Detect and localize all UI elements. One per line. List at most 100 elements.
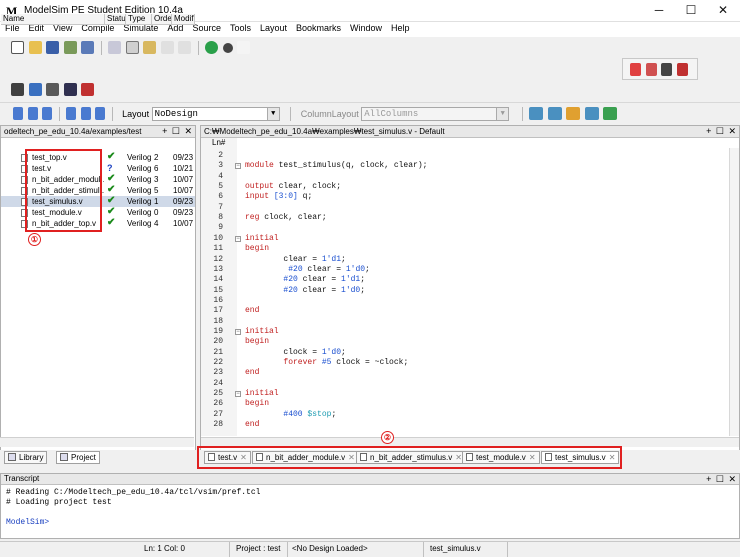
menu-tools[interactable]: Tools (225, 22, 255, 33)
column-header-status[interactable]: Status (105, 14, 126, 25)
window-icon[interactable] (11, 83, 24, 96)
file-type: Verilog (127, 164, 152, 173)
layout-select-value: NoDesign (154, 108, 198, 119)
code-line: output clear, clock; (245, 182, 342, 192)
wave-group-icon[interactable] (566, 107, 581, 120)
wave-insert-icon[interactable] (547, 107, 562, 120)
code-line: module test_stimulus(q, clock, clear); (245, 161, 428, 171)
code-line: clock = 1'd0; (245, 347, 346, 357)
layout-select[interactable]: NoDesign ▼ (151, 106, 280, 121)
copy-icon[interactable] (125, 41, 139, 54)
file-modified: 10/07 (173, 186, 194, 195)
column-header-modified[interactable]: Modifi (172, 14, 195, 25)
step-back-icon[interactable] (66, 107, 77, 120)
code-line: reg clock, clear; (245, 213, 327, 223)
wave-zoom-icon[interactable] (603, 107, 618, 120)
line-number: 25 (213, 389, 223, 399)
print-icon[interactable] (81, 41, 95, 54)
maximize-button[interactable]: ☐ (676, 3, 706, 19)
panel-header-buttons[interactable]: + ☐ ✕ (706, 474, 737, 485)
new-file-icon[interactable] (11, 41, 24, 54)
transcript-line: # Loading project test (6, 498, 112, 507)
file-modified: 09/23 (173, 197, 194, 206)
line-number: 22 (213, 358, 223, 367)
find-icon[interactable] (222, 42, 233, 53)
fold-toggle-icon[interactable]: − (235, 391, 241, 398)
standard-toolbar (0, 38, 740, 56)
code-line: begin (245, 337, 270, 347)
column-layout-select-value: AllColumns (364, 108, 419, 119)
menu-layout[interactable]: Layout (255, 22, 291, 33)
fold-toggle-icon[interactable]: − (235, 163, 241, 170)
compiled-check-icon: ✔ (107, 151, 116, 162)
project-icon (60, 453, 68, 461)
column-header-type[interactable]: Type (126, 14, 152, 25)
transcript-prompt[interactable]: ModelSim> (6, 518, 49, 527)
step-over-icon[interactable] (27, 107, 38, 120)
save-icon[interactable] (46, 41, 60, 54)
current-file-status: test_simulus.v (426, 542, 508, 557)
code-line: forever #5 clock = ~clock; (283, 358, 409, 367)
undo-icon[interactable] (160, 41, 174, 54)
file-modified: 10/07 (173, 175, 194, 184)
step-back-out-icon[interactable] (95, 107, 106, 120)
panel-header-buttons[interactable]: + ☐ ✕ (706, 126, 737, 137)
project-horizontal-scrollbar[interactable] (0, 437, 194, 447)
line-number: 26 (213, 399, 223, 409)
line-number: 24 (213, 378, 223, 388)
merge-icon[interactable] (645, 63, 657, 76)
search-icon[interactable] (237, 41, 251, 54)
redo-icon[interactable] (178, 41, 192, 54)
line-number: 3 (218, 161, 223, 171)
help-icon[interactable] (28, 83, 42, 96)
transcript-line: # Reading C:/Modeltech_pe_edu_10.4a/tcl/… (6, 488, 261, 497)
compiled-check-icon: ✔ (107, 184, 116, 195)
chevron-down-icon: ▼ (266, 107, 279, 120)
file-type: Verilog (127, 219, 152, 228)
line-number: 20 (213, 337, 223, 347)
line-number: 2 (218, 151, 223, 160)
line-number: 14 (213, 275, 223, 285)
column-header-name[interactable]: Name (1, 14, 105, 25)
tab-library[interactable]: Library (4, 451, 48, 464)
code-line: initial (245, 389, 279, 399)
status-bar: Ln: 1 Col: 0 Project : test <No Design L… (0, 541, 740, 557)
minimize-button[interactable]: ─ (644, 3, 674, 19)
menu-window[interactable]: Window (345, 22, 386, 33)
column-header-order[interactable]: Order (152, 14, 172, 25)
close-doc-icon[interactable] (676, 63, 688, 76)
document-icon[interactable] (661, 63, 673, 76)
step-out-icon[interactable] (42, 107, 53, 120)
column-layout-select[interactable]: AllColumns ▼ (361, 106, 510, 121)
open-folder-icon[interactable] (28, 41, 42, 54)
tab-project[interactable]: Project (56, 451, 100, 464)
cut-icon[interactable] (108, 41, 122, 54)
menu-bookmarks[interactable]: Bookmarks (291, 22, 345, 33)
file-type: Verilog (127, 186, 152, 195)
file-order: 3 (154, 175, 159, 184)
file-type: Verilog (127, 208, 152, 217)
annotation-highlight-box (197, 446, 622, 469)
line-number: 23 (213, 368, 223, 378)
break-icon[interactable] (81, 83, 95, 96)
wave-delete-icon[interactable] (584, 107, 599, 120)
reload-icon[interactable] (63, 41, 77, 54)
list-icon[interactable] (46, 83, 60, 96)
paste-icon[interactable] (143, 41, 157, 54)
find-in-files-icon[interactable] (63, 83, 77, 96)
not-compiled-icon: ? (107, 163, 113, 173)
panel-header-buttons[interactable]: + ☐ ✕ (162, 126, 193, 137)
step-back-over-icon[interactable] (80, 107, 91, 120)
step-icon[interactable] (13, 107, 23, 120)
wave-add-icon[interactable] (529, 107, 544, 120)
run-icon[interactable] (205, 41, 219, 54)
code-line: #400 $stop; (283, 409, 337, 419)
close-button[interactable]: ✕ (708, 3, 738, 19)
editor-vertical-scrollbar[interactable] (729, 148, 739, 436)
fold-toggle-icon[interactable]: − (235, 328, 241, 335)
split-icon[interactable] (630, 63, 641, 76)
menu-help[interactable]: Help (386, 22, 414, 33)
cursor-position: Ln: 1 Col: 0 (140, 542, 230, 557)
fold-toggle-icon[interactable]: − (235, 235, 241, 242)
file-order: 5 (154, 186, 159, 195)
